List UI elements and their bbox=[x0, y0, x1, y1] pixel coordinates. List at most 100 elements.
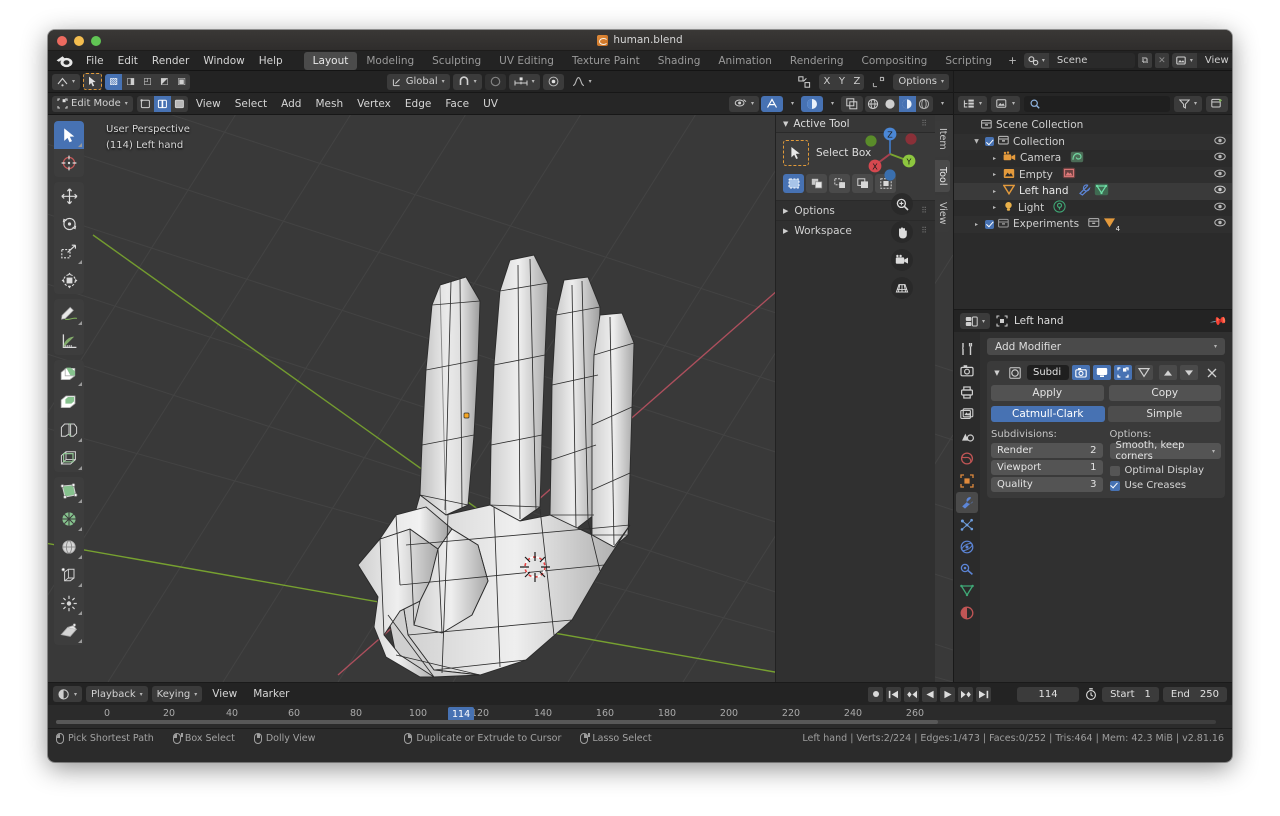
viewport-menu-select[interactable]: Select bbox=[229, 96, 273, 112]
tool-move[interactable] bbox=[54, 182, 84, 210]
chevron-down-icon[interactable]: ▼ bbox=[991, 369, 1003, 377]
viewport-subdivisions-field[interactable]: Viewport 1 bbox=[991, 460, 1103, 475]
grid-icon[interactable] bbox=[891, 277, 913, 299]
tool-rotate[interactable] bbox=[54, 210, 84, 238]
transform-orientation-selector[interactable]: Global ▾ bbox=[386, 73, 450, 90]
viewport-menu-vertex[interactable]: Vertex bbox=[351, 96, 397, 112]
tool-bevel[interactable] bbox=[54, 416, 84, 444]
view-layer-selector[interactable]: ▾ View Layer bbox=[1171, 53, 1232, 68]
navigation-gizmo[interactable]: Z Y X bbox=[859, 123, 921, 185]
tool-loop-cut[interactable] bbox=[54, 444, 84, 472]
tool-extrude-region[interactable] bbox=[54, 360, 84, 388]
auto-keying-button[interactable] bbox=[868, 686, 884, 702]
collection-exclude-checkbox[interactable] bbox=[985, 219, 994, 229]
tool-smooth[interactable] bbox=[54, 561, 84, 589]
tool-knife[interactable] bbox=[54, 477, 84, 505]
outliner-row-light[interactable]: ▸ Light bbox=[954, 200, 1232, 217]
hand-icon[interactable] bbox=[891, 221, 913, 243]
pin-icon[interactable]: 📌 bbox=[1210, 312, 1229, 331]
mirror-y-toggle[interactable]: Y bbox=[834, 73, 850, 90]
visibility-eye-icon[interactable] bbox=[1214, 185, 1226, 197]
outliner-row-empty[interactable]: ▸ Empty bbox=[954, 166, 1232, 183]
proportional-editing-toggle[interactable] bbox=[542, 73, 564, 90]
optimal-display-row[interactable]: Optimal Display bbox=[1109, 463, 1222, 478]
zoom-icon[interactable] bbox=[891, 193, 913, 215]
chevron-right-icon[interactable]: ▸ bbox=[990, 204, 999, 211]
image-data-icon[interactable] bbox=[1062, 167, 1076, 182]
tool-poly-build[interactable] bbox=[54, 505, 84, 533]
properties-tab-render[interactable] bbox=[956, 360, 978, 381]
menu-render[interactable]: Render bbox=[145, 53, 196, 69]
menu-window[interactable]: Window bbox=[196, 53, 251, 69]
frame-range-fields[interactable]: Start 1 bbox=[1102, 686, 1159, 702]
properties-tab-tool[interactable] bbox=[956, 338, 978, 359]
extend-selection-icon[interactable] bbox=[806, 174, 827, 193]
shading-rendered-icon[interactable] bbox=[916, 96, 933, 112]
tool-select-box[interactable] bbox=[54, 121, 84, 149]
keying-menu[interactable]: Keying ▾ bbox=[151, 686, 203, 702]
optimal-display-checkbox[interactable] bbox=[1109, 465, 1120, 476]
timeline-menu-marker[interactable]: Marker bbox=[247, 686, 295, 702]
timeline-menu-view[interactable]: View bbox=[206, 686, 243, 702]
properties-tab-object-data[interactable] bbox=[956, 580, 978, 601]
face-select-mode-icon[interactable] bbox=[171, 96, 188, 112]
visibility-selector[interactable]: ▾ bbox=[728, 95, 759, 112]
delete-scene-button[interactable]: ✕ bbox=[1154, 53, 1169, 68]
properties-tab-column[interactable] bbox=[954, 332, 980, 682]
quality-field[interactable]: Quality 3 bbox=[991, 477, 1103, 492]
n-panel-tab-item[interactable]: Item bbox=[935, 121, 950, 157]
viewport-canvas[interactable]: User Perspective (114) Left hand Z Y X ▼… bbox=[48, 115, 953, 682]
add-workspace-button[interactable]: + bbox=[1001, 52, 1024, 70]
vertex-select-mode-icon[interactable] bbox=[137, 96, 154, 112]
tool-cursor[interactable] bbox=[54, 149, 84, 177]
n-panel-tabs[interactable]: Item Tool View bbox=[935, 121, 953, 232]
visibility-eye-icon[interactable] bbox=[1214, 202, 1226, 214]
play-button[interactable] bbox=[940, 686, 956, 702]
viewport-menu-uv[interactable]: UV bbox=[477, 96, 504, 112]
apply-modifier-button[interactable]: Apply bbox=[991, 385, 1104, 401]
outliner-row-experiments[interactable]: ▸ Experiments 4 bbox=[954, 216, 1232, 233]
chevron-down-icon[interactable]: ▼ bbox=[972, 138, 981, 145]
outliner-display-mode-selector[interactable]: ▾ bbox=[958, 95, 988, 112]
window-controls[interactable] bbox=[57, 36, 101, 46]
timeline-editor-type-selector[interactable]: ▾ bbox=[53, 686, 83, 702]
jump-to-start-button[interactable] bbox=[886, 686, 902, 702]
shading-material-preview-icon[interactable] bbox=[898, 95, 916, 112]
shading-solid-toggle[interactable] bbox=[800, 95, 823, 112]
light-data-icon[interactable] bbox=[1053, 200, 1066, 216]
close-window-button[interactable] bbox=[57, 36, 67, 46]
use-creases-checkbox[interactable] bbox=[1109, 480, 1120, 491]
use-preview-range-icon[interactable] bbox=[1083, 687, 1098, 702]
tool-shrink-fatten[interactable] bbox=[54, 589, 84, 617]
select-box-mode-icon[interactable]: ▧ bbox=[105, 73, 123, 90]
uv-smooth-dropdown[interactable]: Smooth, keep corners ▾ bbox=[1109, 440, 1221, 462]
timeline-ruler[interactable]: 0 20 40 60 80 100 120 140 160 180 200 22… bbox=[48, 705, 1232, 725]
proportional-falloff-selector[interactable]: ▾ bbox=[567, 74, 597, 90]
properties-tab-physics[interactable] bbox=[956, 536, 978, 557]
workspace-tab-modeling[interactable]: Modeling bbox=[357, 52, 423, 70]
visibility-eye-icon[interactable] bbox=[1214, 169, 1226, 181]
jump-to-prev-keyframe-button[interactable] bbox=[904, 686, 920, 702]
shading-chevron[interactable]: ▾ bbox=[825, 96, 839, 112]
edit-mode-toggle-icon[interactable] bbox=[1114, 365, 1132, 380]
subtract-selection-icon[interactable] bbox=[829, 174, 850, 193]
tool-scale[interactable] bbox=[54, 238, 84, 266]
select-intersect-mode-icon[interactable]: ▣ bbox=[173, 74, 190, 90]
properties-tab-object[interactable] bbox=[956, 470, 978, 491]
camera-icon[interactable] bbox=[891, 249, 913, 271]
properties-editor-type-selector[interactable]: ▾ bbox=[960, 313, 991, 329]
workspace-tab-uv-editing[interactable]: UV Editing bbox=[490, 52, 563, 70]
minimize-window-button[interactable] bbox=[74, 36, 84, 46]
mesh-select-mode-group[interactable] bbox=[136, 95, 188, 112]
realtime-toggle-icon[interactable] bbox=[1093, 365, 1111, 380]
workspace-tab-layout[interactable]: Layout bbox=[303, 51, 358, 70]
properties-tab-material[interactable] bbox=[956, 602, 978, 623]
workspace-tab-animation[interactable]: Animation bbox=[709, 52, 781, 70]
viewport-toolbar[interactable] bbox=[54, 121, 84, 650]
menu-file[interactable]: File bbox=[79, 53, 111, 69]
jump-to-end-button[interactable] bbox=[976, 686, 992, 702]
mirror-options-icon[interactable] bbox=[793, 74, 816, 90]
add-modifier-dropdown[interactable]: Add Modifier ▾ bbox=[987, 338, 1225, 355]
use-creases-row[interactable]: Use Creases bbox=[1109, 478, 1222, 493]
active-tool-indicator[interactable] bbox=[83, 73, 103, 90]
